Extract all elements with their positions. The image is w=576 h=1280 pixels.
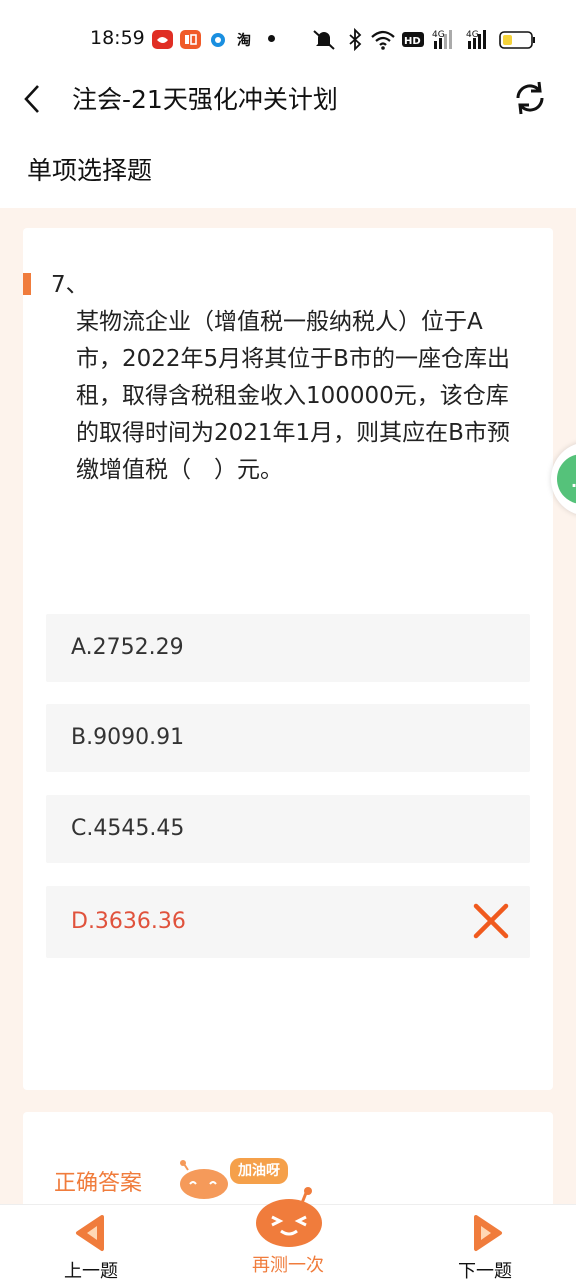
taobao-icon: 淘 [236, 30, 257, 49]
status-time: 18:59 [90, 27, 145, 49]
question-number: 7、 [51, 272, 89, 298]
pinduoduo-icon [152, 30, 173, 49]
mascot-icon [180, 1160, 228, 1199]
next-question-label: 下一题 [458, 1261, 512, 1280]
svg-text:HD: HD [404, 36, 421, 47]
next-question-button[interactable]: 下一题 [440, 1205, 530, 1280]
refresh-icon[interactable] [510, 78, 550, 118]
cheer-badge: 加油呀 [230, 1158, 288, 1184]
bluetooth-icon [349, 27, 362, 51]
ting-icon [180, 30, 201, 49]
prev-question-button[interactable]: 上一题 [46, 1205, 136, 1280]
retry-button[interactable]: 再测一次 [238, 1185, 338, 1280]
wifi-icon [371, 30, 395, 50]
option-c[interactable]: C.4545.45 [46, 795, 530, 863]
bottom-nav-bar: 上一题 再测一次 下一题 [0, 1187, 576, 1280]
option-label: B.9090.91 [71, 725, 185, 750]
status-bar: 18:59 淘 HD 4G 4G [0, 0, 576, 78]
svg-text:4G: 4G [466, 30, 479, 40]
hd-badge-icon: HD [402, 32, 424, 47]
notification-dot-icon [268, 35, 275, 42]
chat-icon: ·· [557, 454, 576, 504]
page-title: 注会-21天强化冲关计划 [72, 85, 338, 114]
circle-app-icon [208, 30, 229, 49]
battery-icon [499, 31, 535, 49]
mute-icon [313, 30, 335, 50]
option-label: D.3636.36 [71, 909, 186, 934]
app-header: 注会-21天强化冲关计划 [0, 78, 576, 140]
prev-arrow-icon [76, 1215, 104, 1251]
option-label: A.2752.29 [71, 635, 184, 660]
wrong-answer-icon [473, 903, 509, 939]
option-a[interactable]: A.2752.29 [46, 614, 530, 682]
status-icons: HD 4G 4G [313, 27, 535, 51]
svg-text:淘: 淘 [237, 32, 251, 49]
question-type-title: 单项选择题 [27, 156, 153, 185]
question-text: 某物流企业（增值税一般纳税人）位于A市，2022年5月将其位于B市的一座仓库出租… [76, 309, 510, 483]
retry-mascot-icon [256, 1187, 322, 1247]
option-label: C.4545.45 [71, 816, 185, 841]
signal-4g-icon-2: 4G [466, 30, 486, 49]
option-d[interactable]: D.3636.36 [46, 886, 530, 958]
question-marker [23, 273, 31, 295]
correct-answer-title: 正确答案 [54, 1171, 143, 1196]
prev-question-label: 上一题 [64, 1261, 118, 1280]
question-card: 7、 某物流企业（增值税一般纳税人）位于A市，2022年5月将其位于B市的一座仓… [23, 228, 553, 1090]
next-arrow-icon [474, 1215, 502, 1251]
option-b[interactable]: B.9090.91 [46, 704, 530, 772]
back-arrow-icon[interactable] [18, 82, 48, 116]
svg-text:4G: 4G [432, 30, 445, 40]
signal-4g-icon: 4G [432, 30, 452, 49]
retry-label: 再测一次 [252, 1255, 324, 1276]
